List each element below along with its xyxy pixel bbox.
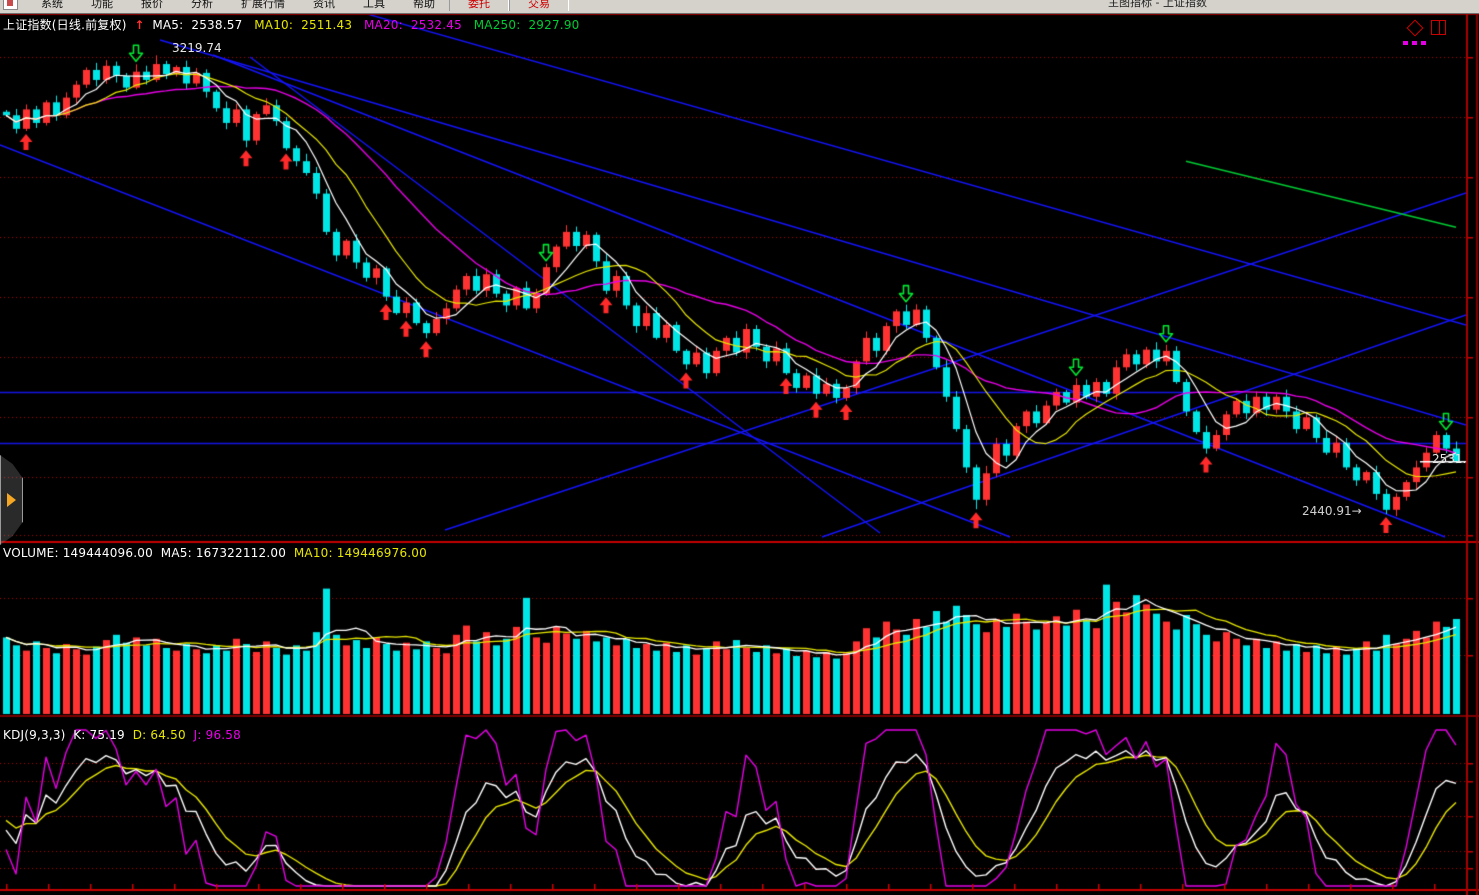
menu-item-function[interactable]: 功能 bbox=[77, 0, 127, 11]
chart-corner-tools bbox=[1409, 19, 1463, 47]
menu-item-system[interactable]: 系统 bbox=[27, 0, 77, 11]
more-dots-icon[interactable] bbox=[1403, 41, 1426, 45]
menu-item-tools[interactable]: 工具 bbox=[349, 0, 399, 11]
menu-item-trade[interactable]: 交易 bbox=[509, 0, 569, 11]
kdj-j-value: J: 96.58 bbox=[194, 728, 241, 742]
trough-price-label: 2440.91→ bbox=[1302, 504, 1362, 518]
menu-status-text: 主图指标 - 上证指数 bbox=[1108, 0, 1207, 13]
volume-header: VOLUME: 149444096.00 MA5: 167322112.00 M… bbox=[3, 546, 427, 560]
kdj-header: KDJ(9,3,3) K: 75.19 D: 64.50 J: 96.58 bbox=[3, 728, 241, 742]
menu-bar: 系统 功能 报价 分析 扩展行情 资讯 工具 帮助 委托 交易 主图指标 - 上… bbox=[0, 0, 1479, 14]
expand-arrow-icon bbox=[7, 493, 16, 507]
ma20-label: MA20: 2532.45 bbox=[364, 18, 466, 32]
menu-item-news[interactable]: 资讯 bbox=[299, 0, 349, 11]
volume-ma10: MA10: 149446976.00 bbox=[294, 546, 427, 560]
trading-terminal: 系统 功能 报价 分析 扩展行情 资讯 工具 帮助 委托 交易 主图指标 - 上… bbox=[0, 0, 1479, 895]
menu-item-analysis[interactable]: 分析 bbox=[177, 0, 227, 11]
split-window-icon[interactable] bbox=[1431, 20, 1446, 35]
menu-item-quotes[interactable]: 报价 bbox=[127, 0, 177, 11]
volume-value: VOLUME: 149444096.00 bbox=[3, 546, 157, 560]
menu-item-extended[interactable]: 扩展行情 bbox=[227, 0, 299, 11]
menu-item-order[interactable]: 委托 bbox=[449, 0, 509, 11]
ma5-label: MA5: 2538.57 bbox=[152, 18, 246, 32]
app-icon[interactable] bbox=[3, 0, 18, 10]
menu-item-help[interactable]: 帮助 bbox=[399, 0, 449, 11]
symbol-title: 上证指数(日线.前复权) bbox=[3, 18, 127, 32]
up-arrow-icon: ↑ bbox=[134, 18, 144, 32]
ma250-label: MA250: 2927.90 bbox=[474, 18, 584, 32]
volume-ma5: MA5: 167322112.00 bbox=[161, 546, 290, 560]
chart-canvas[interactable] bbox=[0, 14, 1479, 895]
kdj-d-value: D: 64.50 bbox=[133, 728, 190, 742]
kdj-title: KDJ(9,3,3) bbox=[3, 728, 66, 742]
ma10-label: MA10: 2511.43 bbox=[254, 18, 356, 32]
diamond-tool-icon[interactable] bbox=[1407, 20, 1424, 37]
main-chart-header: 上证指数(日线.前复权) ↑ MA5: 2538.57 MA10: 2511.4… bbox=[3, 16, 588, 33]
peak-price-label: 3219.74 bbox=[172, 41, 222, 55]
last-price-label: 2531. bbox=[1432, 452, 1466, 466]
kdj-k-value: K: 75.19 bbox=[73, 728, 129, 742]
